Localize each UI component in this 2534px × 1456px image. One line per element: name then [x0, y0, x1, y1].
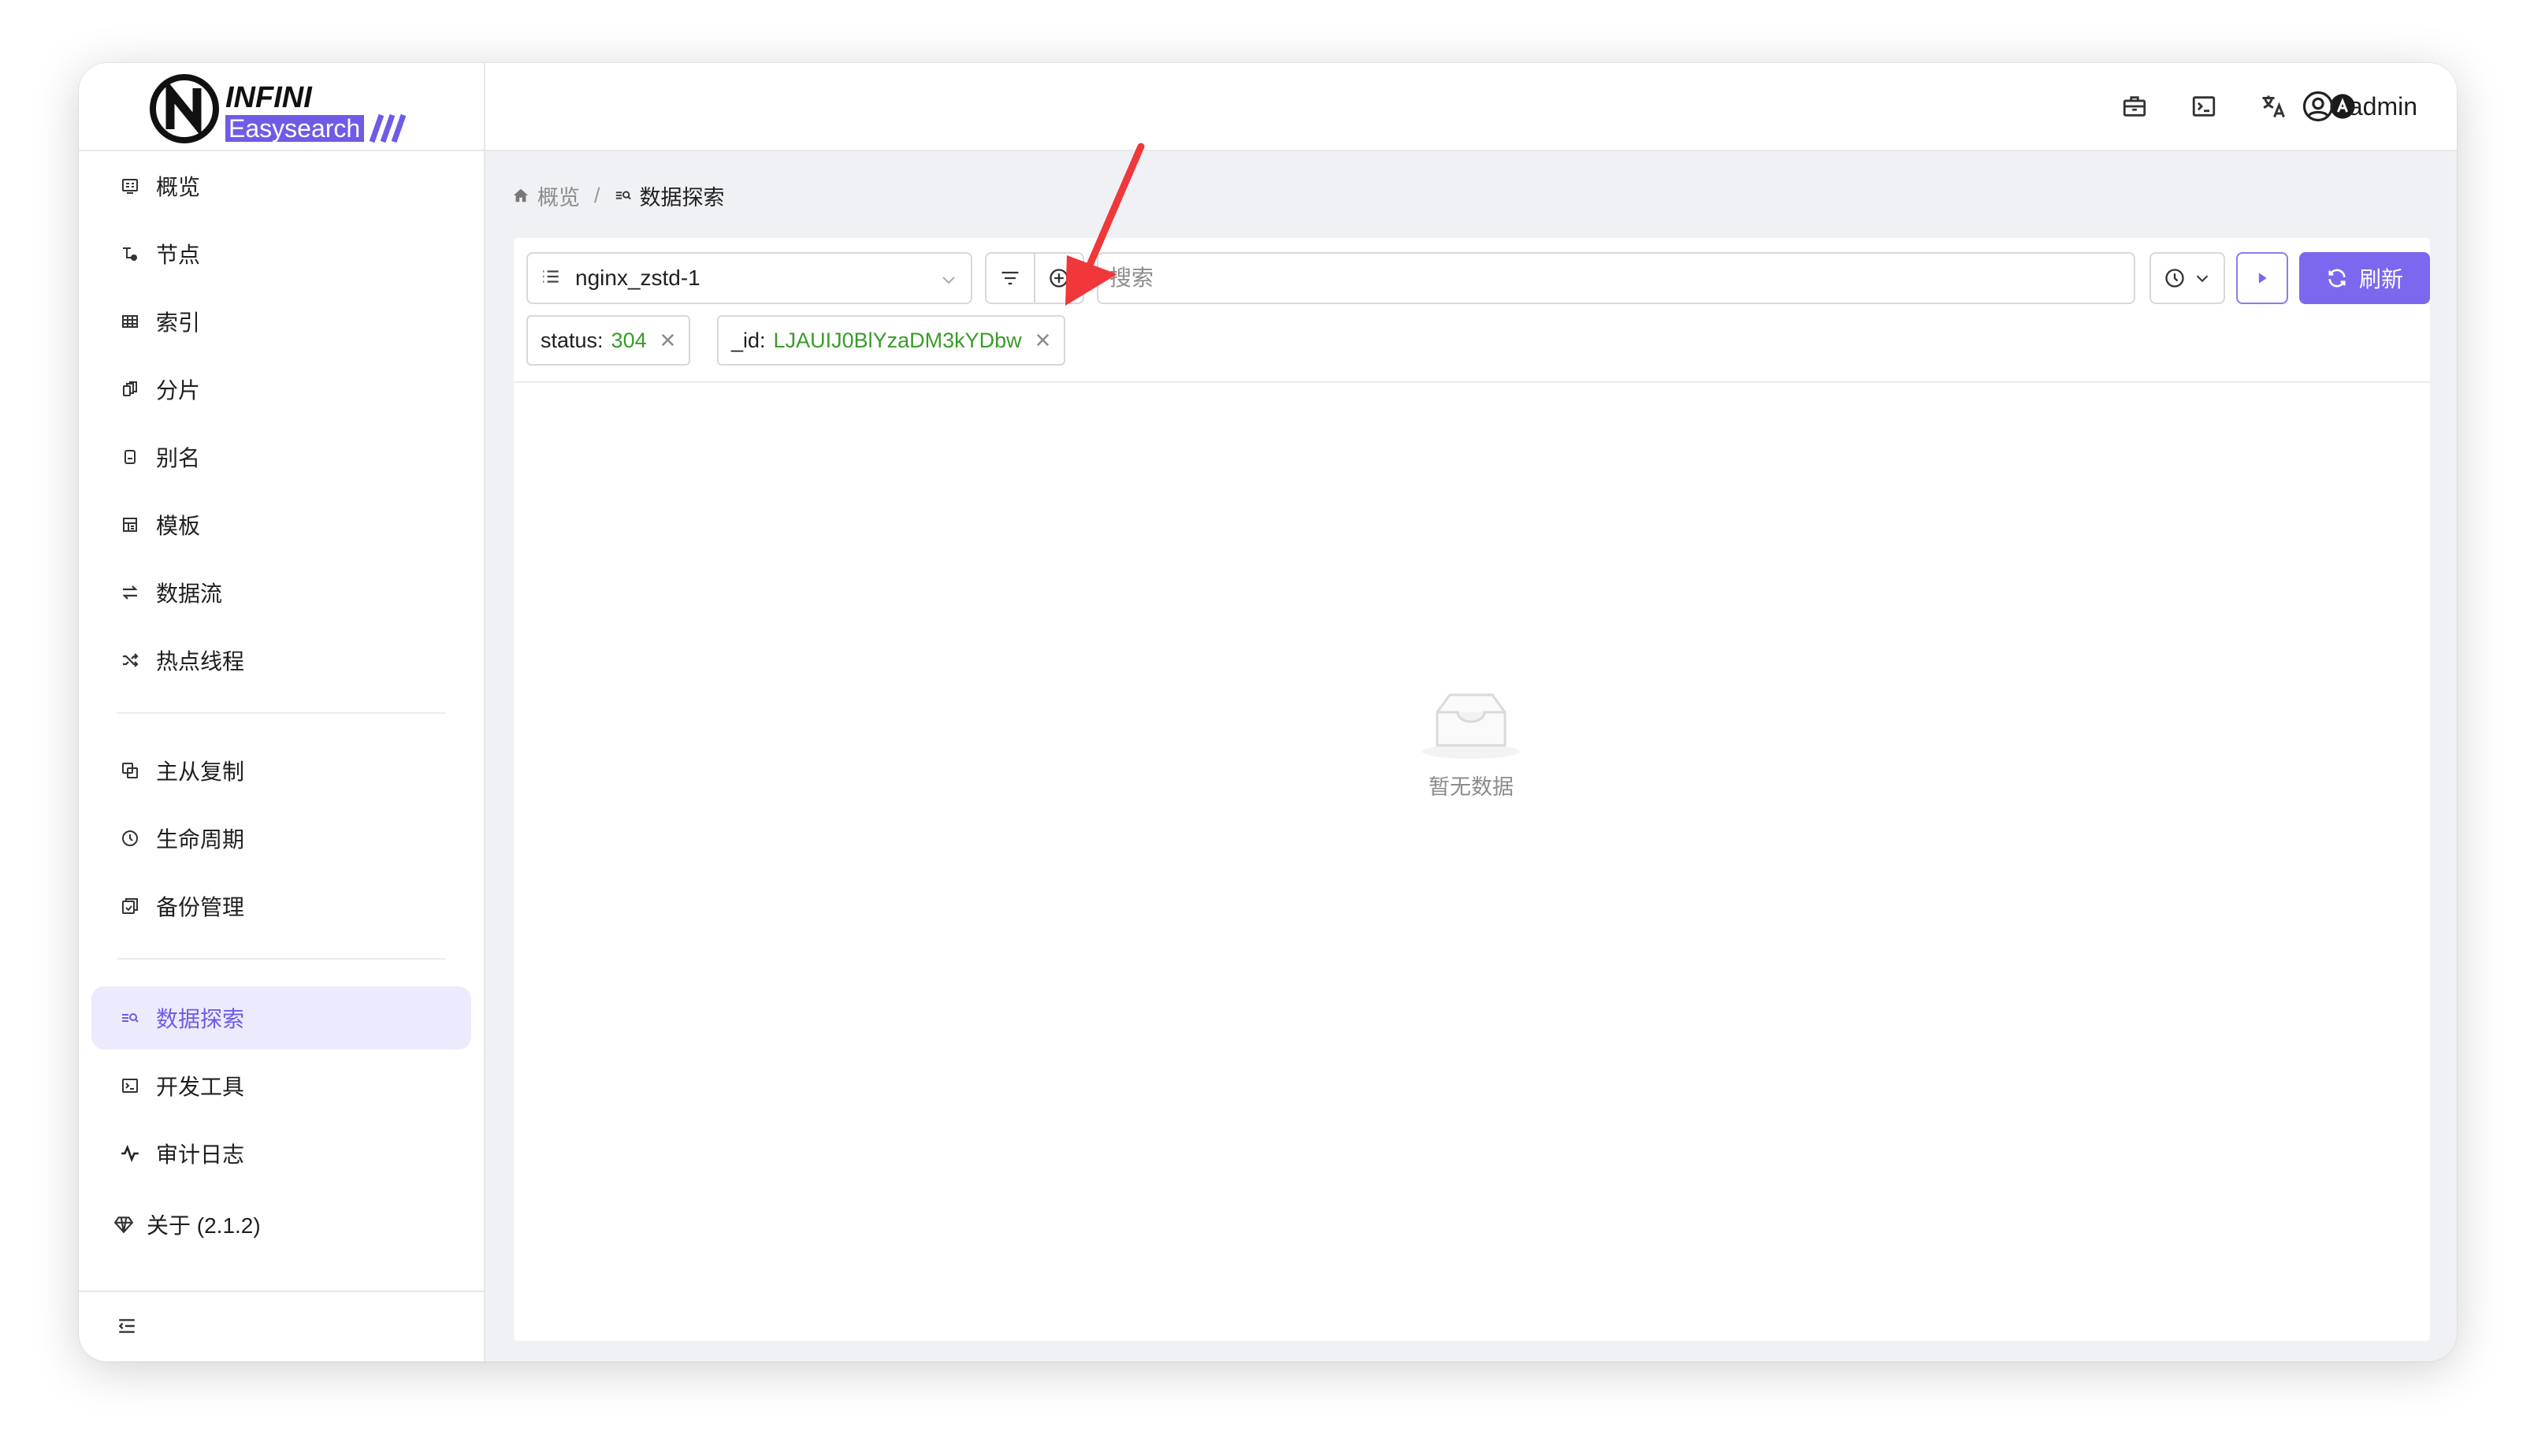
pulse-icon: [118, 1142, 142, 1165]
clock-icon: [2164, 267, 2186, 289]
chevron-down-icon: [2194, 269, 2211, 287]
terminal-icon: [118, 1074, 142, 1098]
refresh-label: 刷新: [2358, 267, 2403, 292]
sidebar-item-overview[interactable]: 概览: [91, 154, 471, 217]
filter-tag[interactable]: _id: LJAUIJ0BlYzaDM3kYDbw ✕: [717, 315, 1066, 366]
sidebar-item-label: 热点线程: [156, 649, 245, 674]
close-icon[interactable]: ✕: [1035, 329, 1052, 353]
breadcrumb-separator: /: [594, 183, 600, 207]
sidebar-item-label: 数据探索: [156, 1007, 245, 1031]
sidebar: INFINI Easysearch 概览 节点 索引 分片 别名 模板 数据流 …: [79, 63, 485, 1361]
terminal-icon[interactable]: [2189, 91, 2219, 121]
filter-value: 304: [611, 328, 647, 352]
breadcrumb-home[interactable]: 概览: [537, 180, 580, 211]
sidebar-item-label: 主从复制: [156, 760, 245, 784]
sidebar-item-discover[interactable]: 数据探索: [91, 986, 471, 1049]
copy-icon: [118, 759, 142, 782]
sidebar-item-label: 生命周期: [156, 827, 245, 852]
index-select-value: nginx_zstd-1: [575, 266, 700, 290]
index-select[interactable]: nginx_zstd-1: [526, 252, 972, 304]
about-label: 关于 (2.1.2): [147, 1213, 261, 1238]
sidebar-item-label: 索引: [156, 310, 201, 335]
filter-key: status:: [541, 328, 604, 352]
discover-icon: [118, 1006, 142, 1030]
nav-divider: [117, 958, 446, 960]
sidebar-item-replication[interactable]: 主从复制: [91, 739, 471, 802]
briefcase-icon[interactable]: [2120, 91, 2149, 121]
username: admin: [2348, 91, 2417, 121]
nav-divider: [117, 712, 446, 714]
sidebar-footer-divider: [79, 1291, 484, 1292]
swap-icon: [118, 581, 142, 604]
sidebar-item-devtools[interactable]: 开发工具: [91, 1054, 471, 1117]
sidebar-item-label: 开发工具: [156, 1075, 245, 1099]
backup-icon: [118, 894, 142, 918]
play-icon: [2254, 270, 2270, 286]
shuffle-icon: [118, 648, 142, 672]
template-icon: [118, 513, 142, 537]
alias-icon: [118, 445, 142, 469]
sidebar-item-shards[interactable]: 分片: [91, 358, 471, 421]
translate-icon[interactable]: [2258, 91, 2288, 121]
sidebar-item-audit-log[interactable]: 审计日志: [91, 1122, 471, 1185]
sidebar-item-alias[interactable]: 别名: [91, 425, 471, 488]
filter-value: LJAUIJ0BlYzaDM3kYDbw: [773, 328, 1022, 352]
empty-inbox-icon: [1380, 689, 1562, 765]
clock-icon: [118, 826, 142, 850]
toolbar-divider: [514, 381, 2430, 383]
sidebar-item-datastream[interactable]: 数据流: [91, 561, 471, 624]
time-range-picker[interactable]: [2149, 252, 2225, 304]
sidebar-item-indices[interactable]: 索引: [91, 290, 471, 353]
sidebar-item-label: 审计日志: [156, 1142, 245, 1167]
filter-button[interactable]: [986, 254, 1034, 303]
refresh-icon: [2326, 267, 2348, 289]
app-logo[interactable]: INFINI Easysearch: [147, 69, 414, 145]
empty-state: 暂无数据: [1380, 689, 1562, 800]
top-header: admin: [485, 63, 2457, 151]
annotation-arrow-icon: [1048, 142, 1206, 323]
filter-tag[interactable]: status: 304 ✕: [526, 315, 691, 366]
chevron-down-icon: [939, 269, 958, 288]
svg-text:Easysearch: Easysearch: [229, 114, 360, 143]
sidebar-item-lifecycle[interactable]: 生命周期: [91, 807, 471, 870]
user-menu[interactable]: admin: [2302, 85, 2417, 128]
refresh-button[interactable]: 刷新: [2299, 252, 2430, 304]
overview-icon: [118, 174, 142, 198]
diamond-icon: [112, 1213, 136, 1236]
home-icon[interactable]: [512, 187, 529, 204]
app-window: INFINI Easysearch 概览 节点 索引 分片 别名 模板 数据流 …: [79, 63, 2457, 1361]
shards-icon: [118, 377, 142, 401]
sidebar-item-label: 概览: [156, 175, 201, 199]
sidebar-item-template[interactable]: 模板: [91, 493, 471, 556]
list-icon: [541, 266, 564, 290]
discover-icon: [615, 187, 632, 204]
breadcrumb: 概览 / 数据探索: [512, 180, 725, 211]
sidebar-item-label: 别名: [156, 446, 201, 470]
nodes-icon: [118, 242, 142, 266]
close-icon[interactable]: ✕: [660, 329, 677, 353]
sidebar-item-hot-threads[interactable]: 热点线程: [91, 629, 471, 692]
discover-panel: nginx_zstd-1 刷新 status:: [514, 238, 2430, 1341]
sidebar-item-label: 模板: [156, 514, 201, 538]
table-icon: [118, 310, 142, 333]
breadcrumb-current: 数据探索: [639, 185, 725, 210]
run-query-button[interactable]: [2236, 252, 2288, 304]
sidebar-item-label: 备份管理: [156, 895, 245, 919]
user-icon: [2302, 90, 2335, 123]
search-field[interactable]: [1097, 252, 2135, 304]
search-input[interactable]: [1108, 265, 2134, 292]
empty-text: 暂无数据: [1429, 775, 1514, 799]
sidebar-item-about[interactable]: 关于 (2.1.2): [91, 1193, 471, 1256]
sidebar-item-nodes[interactable]: 节点: [91, 222, 471, 285]
sidebar-item-label: 节点: [156, 243, 201, 267]
filter-key: _id:: [731, 328, 766, 352]
logo-divider: [79, 150, 484, 151]
sidebar-item-label: 数据流: [156, 581, 223, 606]
svg-text:INFINI: INFINI: [225, 81, 313, 114]
collapse-sidebar-icon[interactable]: [117, 1316, 140, 1339]
sidebar-item-label: 分片: [156, 378, 201, 403]
sidebar-item-backup[interactable]: 备份管理: [91, 875, 471, 938]
filter-icon: [999, 267, 1021, 289]
